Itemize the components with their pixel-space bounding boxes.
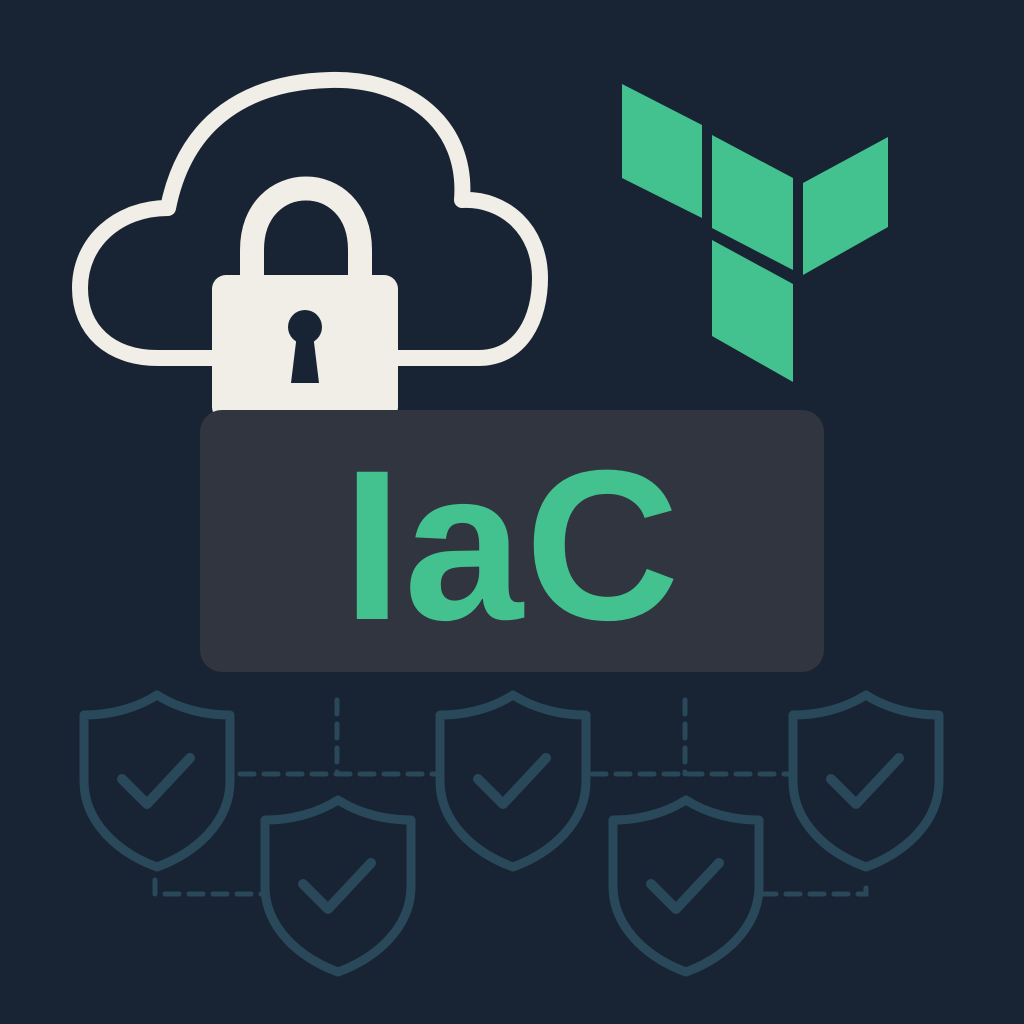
logo-block-left bbox=[622, 84, 702, 218]
shield-check-icon bbox=[788, 690, 944, 872]
shield-group bbox=[79, 690, 944, 977]
logo-block-right bbox=[803, 137, 888, 275]
shield-check-icon bbox=[608, 795, 764, 977]
iac-label-box: IaC bbox=[200, 410, 824, 672]
connector-bottom-right bbox=[759, 877, 869, 897]
shield-check-icon bbox=[79, 690, 235, 872]
illustration: IaC bbox=[0, 0, 1024, 1024]
shield-check-icon bbox=[435, 690, 591, 872]
padlock-shackle bbox=[240, 176, 372, 285]
shield-check-icon bbox=[260, 795, 416, 977]
connector-bottom-left bbox=[152, 877, 265, 897]
padlock-icon bbox=[212, 176, 398, 421]
terraform-logo bbox=[622, 84, 888, 382]
iac-title: IaC bbox=[342, 426, 682, 665]
